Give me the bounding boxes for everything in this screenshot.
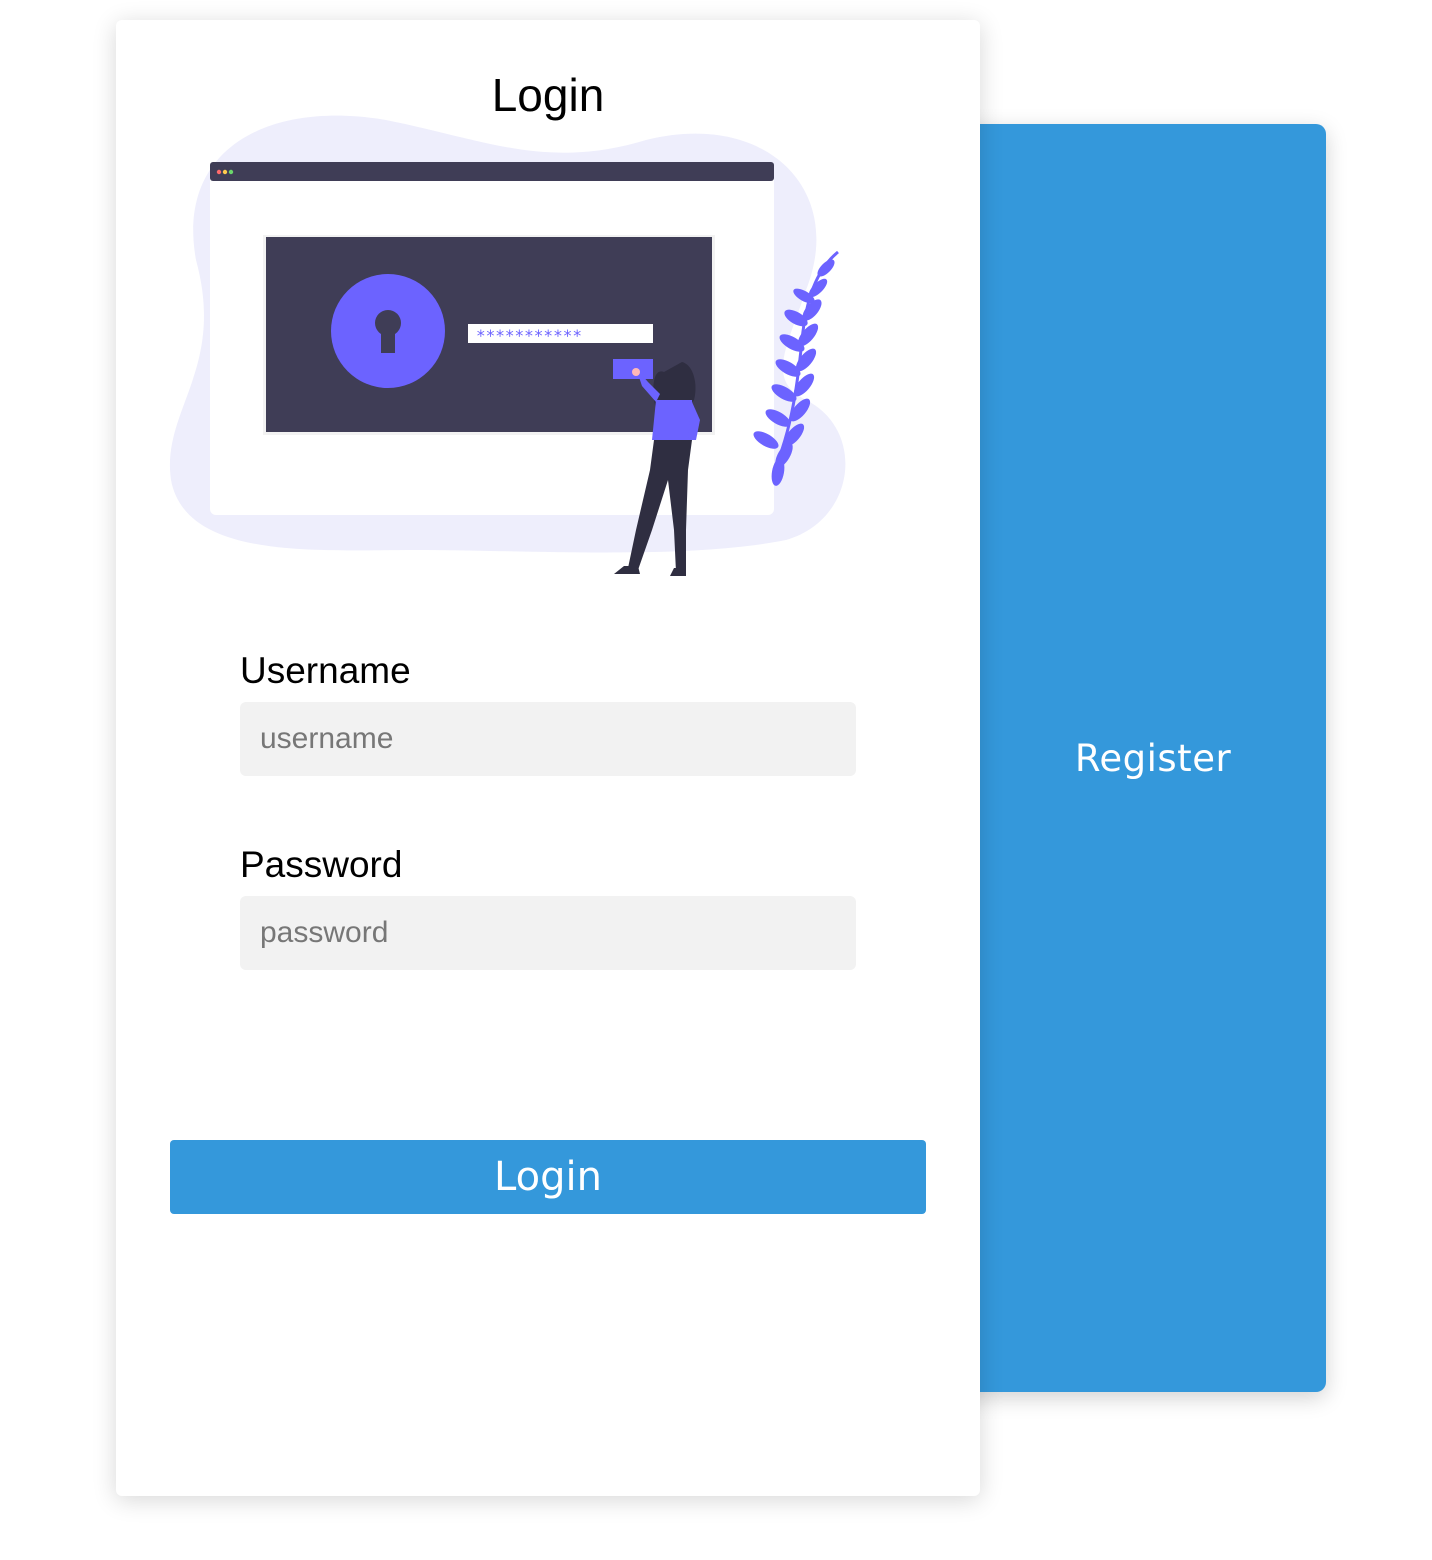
password-mask-text: *********** bbox=[476, 326, 582, 345]
password-input[interactable] bbox=[240, 896, 856, 970]
login-button[interactable]: Login bbox=[170, 1140, 926, 1214]
secure-login-illustration: *********** bbox=[169, 115, 846, 576]
auth-page: Register Login *********** Username user… bbox=[0, 0, 1432, 1560]
window-dot-green bbox=[228, 169, 234, 175]
keyhole-stem bbox=[381, 326, 395, 353]
illustration-submit-button bbox=[613, 359, 653, 379]
window-dot-red bbox=[216, 169, 222, 175]
register-panel[interactable]: Register bbox=[940, 124, 1326, 1392]
login-card: Login *********** Username username Pass… bbox=[116, 20, 980, 1496]
password-label: Password bbox=[240, 844, 403, 885]
register-label[interactable]: Register bbox=[980, 124, 1326, 1392]
browser-titlebar bbox=[210, 162, 774, 181]
username-input[interactable] bbox=[240, 702, 856, 776]
username-label: Username bbox=[240, 650, 411, 691]
window-dot-yellow bbox=[222, 169, 228, 175]
